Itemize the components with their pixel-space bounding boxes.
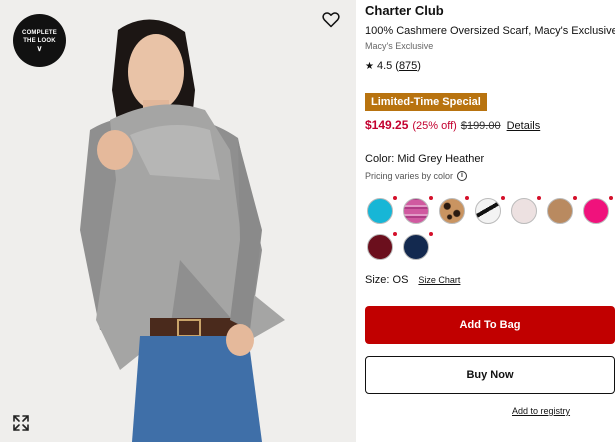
- complete-the-look-button[interactable]: COMPLETE THE LOOK ∨: [13, 14, 66, 67]
- product-details: Charter Club 100% Cashmere Oversized Sca…: [365, 0, 615, 442]
- color-swatch-black-white[interactable]: [475, 198, 501, 224]
- swatch-indicator-dot: [501, 196, 505, 200]
- product-title: 100% Cashmere Oversized Scarf, Macy's Ex…: [365, 25, 615, 37]
- swatch-indicator-dot: [609, 196, 613, 200]
- color-swatch-light-pink[interactable]: [511, 198, 537, 224]
- add-to-registry-link[interactable]: Add to registry: [512, 406, 570, 416]
- color-label: Color: Mid Grey Heather: [365, 153, 485, 165]
- product-image-pane[interactable]: COMPLETE THE LOOK ∨: [0, 0, 356, 442]
- color-swatch-hot-pink[interactable]: [583, 198, 609, 224]
- heart-icon[interactable]: [321, 9, 341, 29]
- color-swatch-camel[interactable]: [547, 198, 573, 224]
- swatch-indicator-dot: [573, 196, 577, 200]
- rating-value: 4.5: [376, 60, 393, 72]
- price-details-link[interactable]: Details: [507, 120, 541, 132]
- swatch-indicator-dot: [429, 232, 433, 236]
- color-swatch-pink-stripe[interactable]: [403, 198, 429, 224]
- color-swatch-turquoise[interactable]: [367, 198, 393, 224]
- color-swatch-burgundy[interactable]: [367, 234, 393, 260]
- color-swatch-navy[interactable]: [403, 234, 429, 260]
- add-to-bag-button[interactable]: Add To Bag: [365, 306, 615, 344]
- review-count-wrapper[interactable]: (875): [395, 60, 421, 72]
- size-row: Size: OS Size Chart: [365, 274, 460, 286]
- chevron-down-icon: ∨: [36, 44, 43, 53]
- buy-now-button[interactable]: Buy Now: [365, 356, 615, 394]
- swatch-indicator-dot: [537, 196, 541, 200]
- size-label: Size: OS: [365, 274, 409, 286]
- swatch-indicator-dot: [393, 196, 397, 200]
- swatch-indicator-dot: [393, 232, 397, 236]
- percent-off: (25% off): [412, 120, 457, 132]
- size-chart-link[interactable]: Size Chart: [418, 275, 460, 285]
- color-swatch-leopard[interactable]: [439, 198, 465, 224]
- brand-name[interactable]: Charter Club: [365, 3, 444, 18]
- expand-icon[interactable]: [12, 414, 30, 432]
- exclusive-label: Macy's Exclusive: [365, 41, 434, 51]
- swatch-indicator-dot: [465, 196, 469, 200]
- promo-badge: Limited-Time Special: [365, 93, 487, 111]
- sale-price: $149.25: [365, 118, 409, 132]
- pricing-note-text: Pricing varies by color: [365, 171, 454, 181]
- rating-row[interactable]: ★ 4.5 (875): [365, 60, 421, 72]
- price-row: $149.25 (25% off) $199.00 Details: [365, 118, 540, 132]
- swatch-indicator-dot: [429, 196, 433, 200]
- complete-look-label-line1: COMPLETE: [22, 30, 57, 36]
- star-icon: ★: [365, 60, 374, 72]
- product-photo: [0, 0, 356, 442]
- pricing-note: Pricing varies by color i: [365, 171, 468, 181]
- original-price: $199.00: [460, 120, 501, 132]
- review-count[interactable]: 875: [399, 60, 417, 72]
- info-icon[interactable]: i: [457, 171, 468, 181]
